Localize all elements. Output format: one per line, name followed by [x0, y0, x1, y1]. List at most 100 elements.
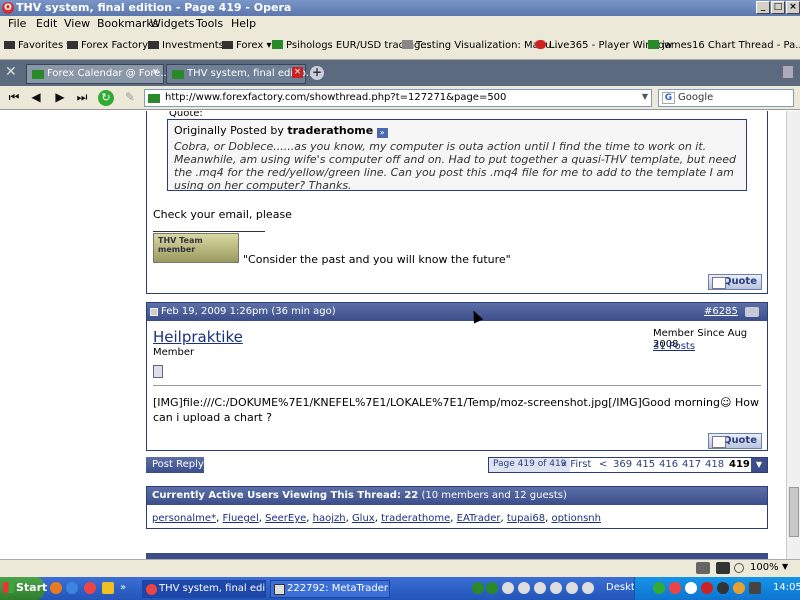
close-tab-icon[interactable]: × [292, 67, 303, 78]
tray-icon-4[interactable] [701, 582, 713, 594]
forward-button[interactable]: ▶ [52, 90, 68, 106]
tray-icon-3[interactable] [685, 582, 697, 594]
favicon-icon [648, 40, 659, 49]
maximize-button[interactable]: □ [771, 1, 785, 14]
bookmark-james16[interactable]: james16 Chart Thread - Pa... [648, 40, 800, 51]
reload-icon[interactable]: ↻ [98, 90, 114, 106]
start-button[interactable]: Start [0, 577, 47, 600]
taskbar-item-opera[interactable]: THV system, final edit... [142, 580, 266, 598]
back-start-button[interactable]: ⏮ [6, 90, 22, 106]
view-icon[interactable] [716, 562, 730, 574]
taskbar-item-metatrader[interactable]: 222792: MetaTrader - D... [270, 580, 390, 598]
menu-widgets[interactable]: Widgets [150, 17, 194, 30]
media-icon-2[interactable] [486, 582, 498, 594]
next-icon[interactable] [550, 582, 562, 594]
page-link-416[interactable]: 416 [659, 459, 678, 470]
tray-icon-5[interactable] [717, 582, 729, 594]
zoom-dropdown-icon[interactable]: ▼ [782, 562, 788, 571]
metatrader-icon [274, 584, 285, 595]
scrollbar-thumb[interactable] [789, 487, 799, 537]
live365-icon [535, 40, 546, 49]
user-link[interactable]: optionsnh [551, 513, 601, 524]
bookmark-favorites[interactable]: Favorites ▾ [4, 40, 71, 51]
bookmark-forex-factory[interactable]: Forex Factory ▾ [67, 40, 156, 51]
post-heilpraktike: Feb 19, 2009 1:26pm (36 min ago) #6285 H… [146, 302, 768, 451]
prev-page-link[interactable]: < [599, 459, 607, 470]
user-link[interactable]: EATrader [457, 513, 501, 524]
menu-view[interactable]: View [64, 17, 90, 30]
user-role: Member [153, 347, 195, 358]
tray-icon-7[interactable] [749, 582, 761, 594]
player-menu-icon[interactable] [582, 582, 594, 594]
post-traderathome-reply: Quote: Originally Posted by traderathome… [146, 111, 768, 294]
post-reply-button[interactable]: Post Reply [146, 457, 204, 473]
user-link[interactable]: haojzh [313, 513, 346, 524]
user-link[interactable]: Fluegel [222, 513, 258, 524]
address-field[interactable]: http://www.forexfactory.com/showthread.p… [144, 89, 652, 107]
new-tab-button[interactable]: + [310, 66, 324, 80]
fast-forward-button[interactable]: ⏭ [74, 90, 90, 106]
post-body: [IMG]file:///C:/DOKUME%7E1/KNEFEL%7E1/LO… [153, 396, 759, 424]
quote-attribution: Originally Posted by traderathome » [174, 124, 740, 138]
edit-pencil-icon[interactable]: ✎ [122, 90, 138, 106]
page-link-415[interactable]: 415 [636, 459, 655, 470]
share-icon[interactable] [745, 307, 759, 317]
first-page-link[interactable]: « First [561, 459, 591, 470]
bookmark-forex[interactable]: Forex ▾ [222, 40, 272, 51]
menu-tools[interactable]: Tools [196, 17, 223, 30]
page-link-418[interactable]: 418 [705, 459, 724, 470]
google-icon: G [662, 92, 675, 104]
bookmark-investments[interactable]: Investments ▾ [148, 40, 232, 51]
user-link[interactable]: Glux [352, 513, 375, 524]
stop-icon[interactable] [518, 582, 530, 594]
folder-quicklaunch-icon[interactable] [102, 582, 114, 594]
search-field[interactable]: G Google [658, 89, 794, 107]
menu-help[interactable]: Help [231, 17, 256, 30]
user-link[interactable]: personalme* [152, 513, 216, 524]
folder-icon [148, 41, 159, 49]
back-button[interactable]: ◀ [28, 90, 44, 106]
quicklaunch-more-icon[interactable]: » [120, 582, 126, 593]
page-link-417[interactable]: 417 [682, 459, 701, 470]
pause-icon[interactable] [502, 582, 514, 594]
post-number-link[interactable]: #6285 [704, 306, 738, 317]
quote-button[interactable]: Quote [708, 274, 762, 290]
menu-file[interactable]: File [8, 17, 26, 30]
close-window-button[interactable]: × [786, 1, 800, 14]
post-header: Feb 19, 2009 1:26pm (36 min ago) #6285 [147, 303, 767, 321]
post-count-link[interactable]: 31 Posts [653, 341, 695, 352]
tab-thv-system[interactable]: THV system, final editio... × [166, 64, 315, 84]
firefox-icon[interactable] [50, 582, 62, 594]
previous-icon[interactable] [534, 582, 546, 594]
trash-icon[interactable] [782, 65, 794, 79]
user-info-icon[interactable] [153, 365, 163, 378]
tray-icon-6[interactable] [733, 582, 745, 594]
dropdown-arrow-icon[interactable]: ▼ [642, 92, 648, 101]
zoom-icon [734, 563, 744, 573]
quote-block: Originally Posted by traderathome » Cobr… [167, 119, 747, 192]
zoom-level[interactable]: 100% [750, 562, 779, 573]
page-link-369[interactable]: 369 [613, 459, 632, 470]
user-link[interactable]: traderathome [381, 513, 450, 524]
favicon-icon [172, 70, 184, 79]
tray-icon-1[interactable] [653, 582, 665, 594]
minimize-button[interactable]: _ [756, 1, 770, 14]
view-post-icon[interactable]: » [376, 128, 388, 138]
user-link[interactable]: SeerEye [265, 513, 306, 524]
tray-icon-2[interactable] [669, 582, 681, 594]
username-link[interactable]: Heilpraktike [153, 328, 243, 346]
user-link[interactable]: tupai68 [507, 513, 545, 524]
page-jump-dropdown-icon[interactable]: ▼ [751, 458, 767, 472]
vertical-scrollbar[interactable] [786, 111, 800, 559]
panels-tools-icon[interactable]: ✕ [5, 64, 21, 80]
close-tab-icon[interactable]: × [150, 67, 161, 78]
opera-icon[interactable] [84, 582, 96, 594]
tab-forex-calendar[interactable]: Forex Calendar @ Fore... × [26, 64, 170, 84]
quote-button[interactable]: Quote [708, 433, 762, 449]
menu-edit[interactable]: Edit [36, 17, 57, 30]
speed-dial-icon[interactable] [696, 562, 710, 574]
media-icon[interactable] [472, 582, 484, 594]
page-icon [402, 40, 413, 49]
volume-icon[interactable] [566, 582, 578, 594]
ie-icon[interactable] [66, 582, 78, 594]
